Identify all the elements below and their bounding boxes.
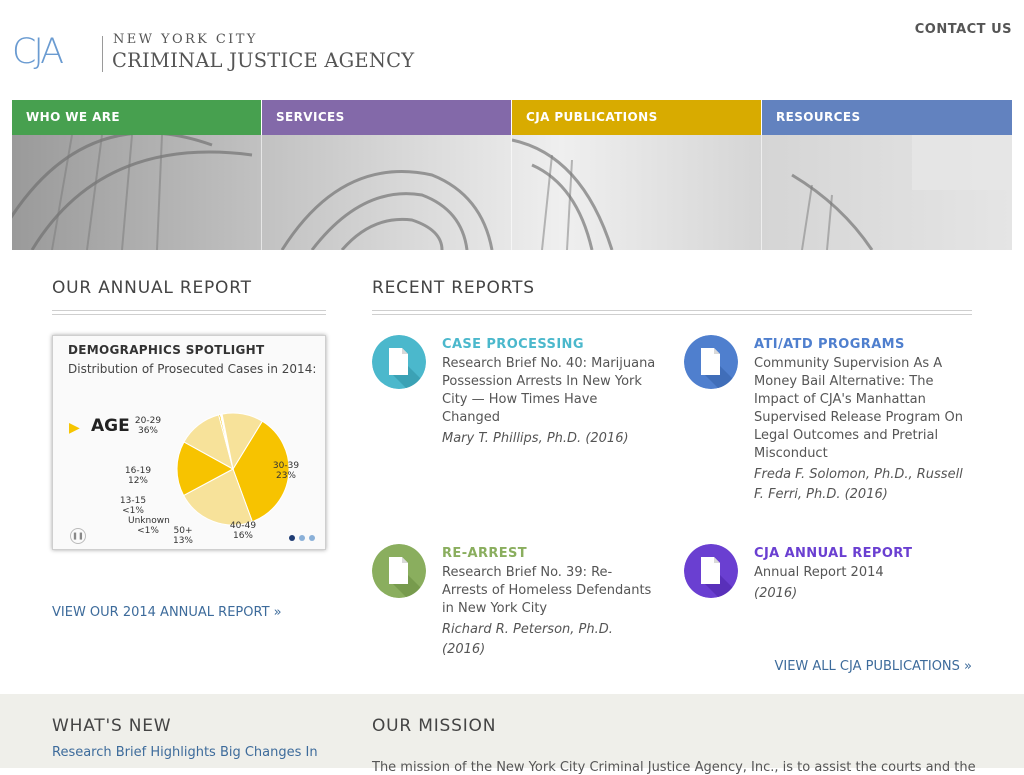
logo-divider — [102, 36, 103, 72]
document-icon — [684, 544, 738, 598]
play-arrow-icon: ▶ — [69, 420, 80, 436]
pie-label-30-39: 30-39 23% — [272, 461, 300, 481]
section-rule — [52, 310, 326, 315]
nav-tab-services[interactable]: SERVICES — [262, 100, 511, 135]
report-description: Annual Report 2014 (2016) — [754, 564, 969, 604]
slide-dot[interactable] — [289, 535, 295, 541]
slide-dot[interactable] — [299, 535, 305, 541]
nav-tab-who-we-are[interactable]: WHO WE ARE — [12, 100, 261, 135]
hero-separator — [761, 135, 762, 250]
report-author: Richard R. Peterson, Ph.D. (2016) — [442, 622, 613, 657]
news-item-link[interactable]: Research Brief Highlights Big Changes In — [52, 745, 318, 760]
card-title: DEMOGRAPHICS SPOTLIGHT — [68, 343, 265, 357]
card-subtitle: Distribution of Prosecuted Cases in 2014… — [68, 362, 317, 376]
report-category[interactable]: CJA ANNUAL REPORT — [754, 546, 912, 561]
recent-reports-heading: RECENT REPORTS — [372, 278, 535, 298]
report-category[interactable]: CASE PROCESSING — [442, 337, 584, 352]
nav-tab-cja-publications[interactable]: CJA PUBLICATIONS — [512, 100, 761, 135]
document-icon — [372, 335, 426, 389]
nav-tab-resources[interactable]: RESOURCES — [762, 100, 1012, 135]
view-all-publications-link[interactable]: VIEW ALL CJA PUBLICATIONS » — [774, 659, 972, 674]
annual-report-heading: OUR ANNUAL REPORT — [52, 278, 252, 298]
report-description: Research Brief No. 39: Re-Arrests of Hom… — [442, 564, 657, 660]
report-author: (2016) — [754, 586, 798, 601]
report-title[interactable]: Research Brief No. 39: Re-Arrests of Hom… — [442, 565, 651, 616]
report-category[interactable]: RE-ARREST — [442, 546, 527, 561]
section-rule — [372, 310, 972, 315]
pie-label-16-19: 16-19 12% — [124, 466, 152, 486]
pie-label-13-15: 13-15 <1% — [119, 496, 147, 516]
demographics-slideshow[interactable]: DEMOGRAPHICS SPOTLIGHT Distribution of P… — [52, 335, 326, 550]
report-title[interactable]: Community Supervision As A Money Bail Al… — [754, 356, 963, 461]
pie-label-unknown: Unknown <1% — [128, 516, 170, 536]
view-annual-report-link[interactable]: VIEW OUR 2014 ANNUAL REPORT » — [52, 605, 282, 620]
report-description: Community Supervision As A Money Bail Al… — [754, 355, 969, 505]
site-logo[interactable]: CJA NEW YORK CITY CRIMINAL JUSTICE AGENC… — [12, 32, 422, 74]
contact-us-link[interactable]: CONTACT US — [915, 22, 1012, 37]
pie-label-20-29: 20-29 36% — [134, 416, 162, 436]
our-mission-heading: OUR MISSION — [372, 716, 497, 736]
hero-banner-staircase — [12, 135, 1012, 250]
hero-separator — [511, 135, 512, 250]
main-nav: WHO WE ARE SERVICES CJA PUBLICATIONS RES… — [12, 100, 1012, 250]
logo-city: NEW YORK CITY — [113, 32, 258, 47]
report-author: Freda F. Solomon, Ph.D., Russell F. Ferr… — [754, 467, 963, 502]
staircase-illustration — [12, 135, 1012, 250]
whats-new-heading: WHAT'S NEW — [52, 716, 172, 736]
document-icon — [372, 544, 426, 598]
document-icon — [684, 335, 738, 389]
report-author: Mary T. Phillips, Ph.D. (2016) — [442, 431, 629, 446]
report-title[interactable]: Research Brief No. 40: Marijuana Possess… — [442, 356, 655, 425]
pie-label-40-49: 40-49 16% — [229, 521, 257, 541]
report-category[interactable]: ATI/ATD PROGRAMS — [754, 337, 905, 352]
slide-dot[interactable] — [309, 535, 315, 541]
pie-label-50+: 50+ 13% — [172, 526, 193, 546]
hero-separator — [261, 135, 262, 250]
logo-agency: CRIMINAL JUSTICE AGENCY — [112, 49, 415, 72]
report-description: Research Brief No. 40: Marijuana Possess… — [442, 355, 657, 449]
pause-icon[interactable]: ❚❚ — [70, 528, 86, 544]
logo-mark: CJA — [12, 32, 64, 72]
report-title[interactable]: Annual Report 2014 — [754, 565, 884, 580]
